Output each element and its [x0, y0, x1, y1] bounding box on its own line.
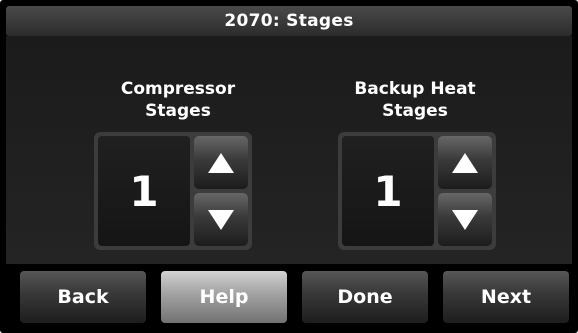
thermostat-screen: 2070: Stages Compressor Stages 1 Backup … [0, 0, 578, 333]
compressor-stages-spinner: 1 [94, 132, 252, 250]
compressor-stages-value: 1 [98, 136, 190, 246]
triangle-down-icon [452, 209, 478, 230]
compressor-label-line2: Stages [145, 101, 211, 121]
triangle-up-icon [452, 152, 478, 173]
triangle-down-icon [208, 209, 234, 230]
triangle-up-icon [208, 152, 234, 173]
back-button-label: Back [57, 286, 109, 308]
backup-heat-label-line2: Stages [382, 101, 448, 121]
compressor-increase-button[interactable] [194, 136, 248, 189]
back-button[interactable]: Back [20, 271, 146, 323]
title-bar: 2070: Stages [6, 6, 572, 36]
done-button[interactable]: Done [302, 271, 428, 323]
help-button[interactable]: Help [161, 271, 287, 323]
page-title: 2070: Stages [224, 11, 354, 31]
main-panel: Compressor Stages 1 Backup Heat Stages 1 [6, 36, 572, 264]
next-button[interactable]: Next [443, 271, 569, 323]
compressor-stages-label: Compressor Stages [78, 78, 278, 122]
help-button-label: Help [199, 286, 249, 308]
backup-heat-label-line1: Backup Heat [354, 79, 476, 99]
backup-heat-decrease-button[interactable] [438, 193, 492, 246]
backup-heat-stages-spinner: 1 [338, 132, 496, 250]
backup-heat-stages-value: 1 [342, 136, 434, 246]
backup-heat-increase-button[interactable] [438, 136, 492, 189]
done-button-label: Done [337, 286, 393, 308]
backup-heat-stages-label: Backup Heat Stages [315, 78, 515, 122]
next-button-label: Next [480, 286, 532, 308]
compressor-label-line1: Compressor [120, 79, 236, 99]
compressor-decrease-button[interactable] [194, 193, 248, 246]
